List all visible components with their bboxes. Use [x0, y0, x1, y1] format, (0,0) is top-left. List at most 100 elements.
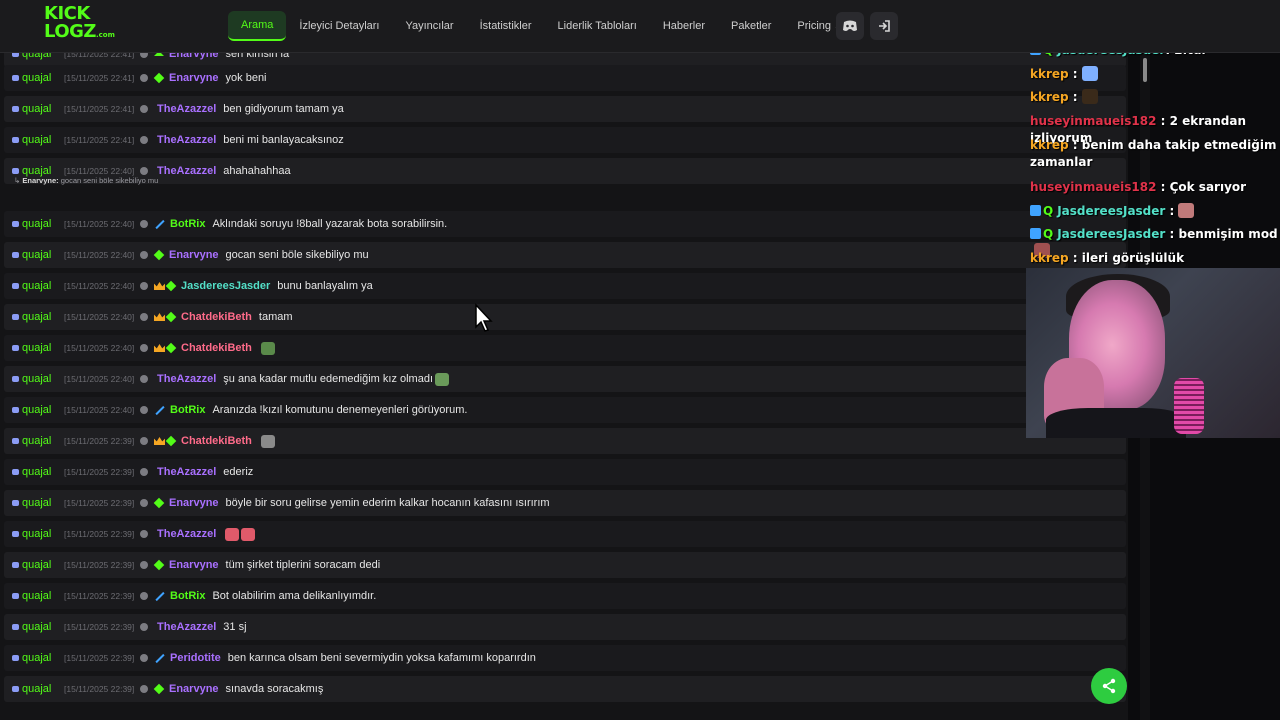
options-icon[interactable] [140, 251, 148, 259]
username[interactable]: Enarvyne [169, 497, 219, 509]
nav-liderlik-tablolari[interactable]: Liderlik Tabloları [545, 12, 650, 40]
options-icon[interactable] [140, 437, 148, 445]
username[interactable]: BotRix [170, 404, 205, 416]
options-icon[interactable] [140, 74, 148, 82]
channel-link[interactable]: quajal [4, 590, 62, 602]
overlay-username: kkrep [1030, 67, 1069, 81]
channel-link[interactable]: quajal [4, 652, 62, 664]
channel-link[interactable]: quajal [4, 249, 62, 261]
channel-link[interactable]: quajal [4, 683, 62, 695]
options-icon[interactable] [140, 530, 148, 538]
username[interactable]: TheAzazzel [157, 103, 216, 115]
channel-name: quajal [22, 497, 52, 509]
username[interactable]: Enarvyne [169, 52, 219, 60]
kick-channel-icon [12, 345, 19, 351]
channel-link[interactable]: quajal [4, 280, 62, 292]
options-icon[interactable] [140, 167, 148, 175]
username[interactable]: BotRix [170, 590, 205, 602]
channel-link[interactable]: quajal [4, 559, 62, 571]
login-button[interactable] [870, 12, 898, 40]
username[interactable]: TheAzazzel [157, 373, 216, 385]
username[interactable]: BotRix [170, 218, 205, 230]
username[interactable]: Enarvyne [169, 72, 219, 84]
nav-yayincilar[interactable]: Yayıncılar [392, 12, 466, 40]
log-row: quajal [15/11/2025 22:39] Peridotite ben ka… [4, 645, 1126, 671]
username[interactable]: ChatdekiBeth [181, 435, 252, 447]
discord-button[interactable] [836, 12, 864, 40]
nav-istatistikler[interactable]: İstatistikler [467, 12, 545, 40]
channel-name: quajal [22, 373, 52, 385]
channel-link[interactable]: quajal [4, 311, 62, 323]
options-icon[interactable] [140, 375, 148, 383]
options-icon[interactable] [140, 592, 148, 600]
nav-paketler[interactable]: Paketler [718, 12, 784, 40]
username[interactable]: TheAzazzel [157, 134, 216, 146]
options-icon[interactable] [140, 406, 148, 414]
username[interactable]: Enarvyne [169, 559, 219, 571]
username[interactable]: TheAzazzel [157, 466, 216, 478]
options-icon[interactable] [140, 499, 148, 507]
logo-suffix: .com [95, 31, 115, 39]
nav-izleyici-detaylari[interactable]: İzleyici Detayları [286, 12, 392, 40]
options-icon[interactable] [140, 685, 148, 693]
channel-link[interactable]: quajal [4, 466, 62, 478]
timestamp: [15/11/2025 22:41] [64, 52, 135, 59]
channel-name: quajal [22, 683, 52, 695]
channel-link[interactable]: quajal [4, 621, 62, 633]
nav-pricing-label: Pricing [797, 20, 832, 32]
overlay-message: kkrep : [1030, 89, 1280, 106]
user-badges [153, 249, 166, 261]
channel-link[interactable]: quajal [4, 528, 62, 540]
overlay-message: huseyinmaueis182 : Çok sarıyor [1030, 179, 1280, 196]
username[interactable]: ChatdekiBeth [181, 311, 252, 323]
channel-name: quajal [22, 528, 52, 540]
channel-link[interactable]: quajal [4, 342, 62, 354]
channel-link[interactable]: quajal [4, 435, 62, 447]
options-icon[interactable] [140, 105, 148, 113]
channel-link[interactable]: quajal [4, 103, 62, 115]
channel-name: quajal [22, 280, 52, 292]
overlay-text: : ileri görüşlülük [1068, 251, 1185, 265]
message-text: Aklındaki soruyu !8ball yazarak bota sor… [212, 218, 448, 230]
options-icon[interactable] [140, 654, 148, 662]
options-icon[interactable] [140, 136, 148, 144]
channel-name: quajal [22, 72, 52, 84]
channel-link[interactable]: quajal [4, 373, 62, 385]
username[interactable]: ChatdekiBeth [181, 342, 252, 354]
log-row: quajal [15/11/2025 22:39] BotRix Bot olabil… [4, 583, 1126, 609]
nav-haberler[interactable]: Haberler [650, 12, 718, 40]
options-icon[interactable] [140, 623, 148, 631]
options-icon[interactable] [140, 220, 148, 228]
channel-link[interactable]: quajal [4, 497, 62, 509]
sub-badge-icon [165, 342, 177, 354]
overlay-text: : [1068, 90, 1078, 104]
channel-link[interactable]: quajal [4, 52, 62, 60]
channel-link[interactable]: quajal [4, 72, 62, 84]
options-icon[interactable] [140, 313, 148, 321]
username[interactable]: Enarvyne [169, 249, 219, 261]
username[interactable]: TheAzazzel [157, 165, 216, 177]
channel-link[interactable]: quajal [4, 404, 62, 416]
nav-arama[interactable]: Arama [228, 11, 287, 41]
options-icon[interactable] [140, 282, 148, 290]
channel-link[interactable]: quajal [4, 218, 62, 230]
overlay-username: JasdereesJasder [1057, 204, 1166, 218]
username[interactable]: TheAzazzel [157, 528, 216, 540]
username[interactable]: Peridotite [170, 652, 221, 664]
channel-link[interactable]: quajal [4, 134, 62, 146]
kick-channel-icon [12, 106, 19, 112]
log-row: quajal [15/11/2025 22:40] BotRix Aklındaki … [4, 211, 1126, 237]
username[interactable]: Enarvyne [169, 683, 219, 695]
timestamp: [15/11/2025 22:39] [64, 653, 135, 663]
share-button[interactable] [1091, 668, 1127, 704]
username[interactable]: JasdereesJasder [181, 280, 270, 292]
options-icon[interactable] [140, 344, 148, 352]
reply-preview: ↳ Enarvyne: gocan seni böle sikebiliyo m… [14, 176, 158, 185]
timestamp: [15/11/2025 22:40] [64, 374, 135, 384]
username[interactable]: TheAzazzel [157, 621, 216, 633]
options-icon[interactable] [140, 468, 148, 476]
timestamp: [15/11/2025 22:39] [64, 436, 135, 446]
share-icon [1102, 678, 1116, 694]
site-logo[interactable]: KICK LOGZ.com [44, 5, 115, 45]
options-icon[interactable] [140, 561, 148, 569]
